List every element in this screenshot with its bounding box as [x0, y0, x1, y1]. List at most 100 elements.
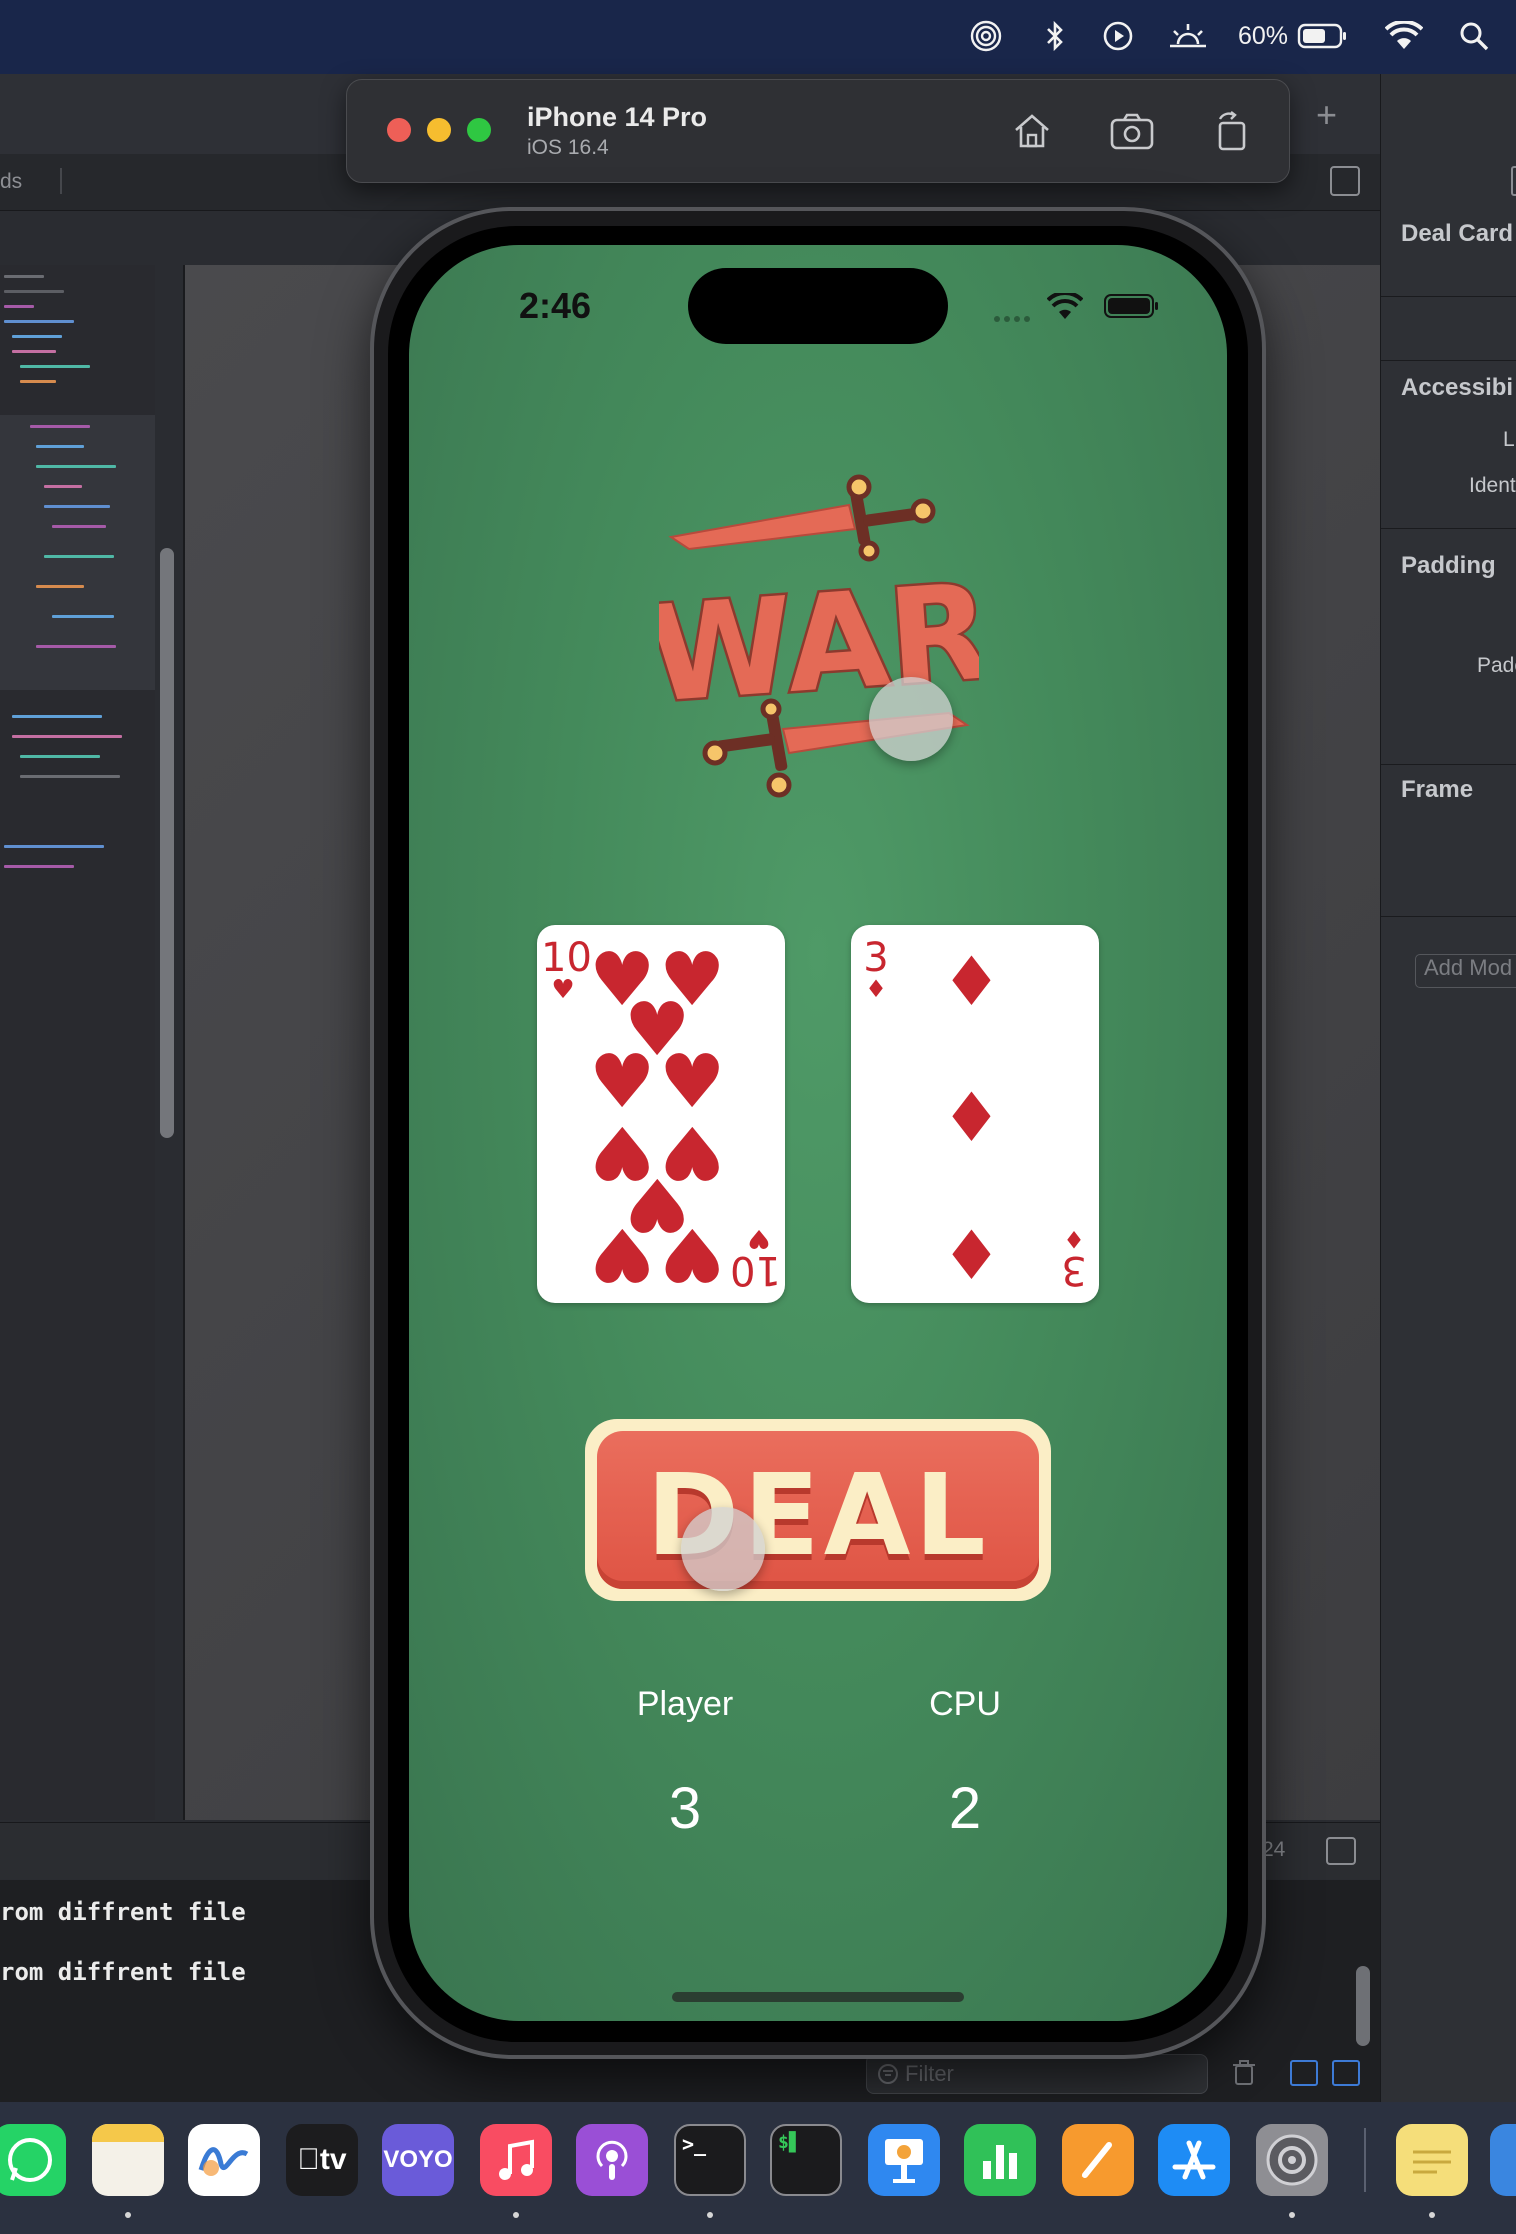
voyo-app-icon[interactable]: VOYO [382, 2124, 454, 2196]
wifi-icon [1046, 290, 1084, 326]
heart-pip-icon: ♥ [659, 1039, 726, 1125]
apple-logo-icon:  [297, 2143, 320, 2177]
console-line: rom diffrent file [0, 1898, 246, 1926]
diamond-pip-icon: ♦ [941, 943, 1002, 1022]
inspector-section-title: Accessibi [1401, 374, 1514, 401]
screenshot-icon[interactable] [1105, 104, 1159, 158]
diamond-pip-icon: ♦ [941, 1217, 1002, 1296]
running-indicator [125, 2212, 131, 2218]
running-indicator [707, 2212, 713, 2218]
touch-indicator [869, 677, 953, 761]
card-corner-top: 3 ♦ [863, 935, 889, 1003]
trash-icon[interactable] [1232, 2060, 1256, 2091]
zoom-button[interactable] [467, 118, 491, 142]
minimize-button[interactable] [427, 118, 451, 142]
keynote-app-icon[interactable] [868, 2124, 940, 2196]
editor-tab-label[interactable]: ds [0, 170, 22, 194]
attributes-inspector: Deal Card Accessibi L Ident Padding Padc… [1380, 74, 1516, 2102]
search-icon[interactable] [1456, 16, 1492, 56]
inspector-section-title: Padding [1401, 552, 1496, 579]
tab-divider [60, 168, 62, 194]
pages-app-icon[interactable] [1062, 2124, 1134, 2196]
sword-top-icon [668, 474, 936, 562]
player-label: Player [636, 1685, 734, 1723]
split-editor-icon[interactable] [1330, 166, 1360, 196]
simulator-os-version: iOS 16.4 [527, 136, 609, 159]
cpu-label: CPU [929, 1685, 1001, 1723]
stickies-app-icon[interactable] [1396, 2124, 1468, 2196]
rotate-icon[interactable] [1205, 104, 1259, 158]
player-card: 10 ♥ 10 ♥ ♥ ♥ ♥ ♥ ♥ ♥ ♥ ♥ ♥ ♥ [537, 925, 785, 1303]
airdrop-icon[interactable] [968, 16, 1004, 56]
inspector-section-title: Deal Card [1401, 220, 1514, 247]
play-circle-icon[interactable] [1100, 16, 1136, 56]
dock-separator [1364, 2128, 1366, 2192]
battery-percentage: 60% [1238, 22, 1289, 50]
bluetooth-icon[interactable] [1040, 16, 1070, 56]
app-store-icon[interactable] [1158, 2124, 1230, 2196]
dynamic-island [688, 268, 948, 344]
iphone-screen: 2:46 WAR 10 ♥ 10 ♥ ♥ ♥ ♥ ♥ ♥ ♥ ♥ ♥ ♥ ♥ 3… [409, 245, 1227, 2021]
heart-pip-icon: ♥ [659, 1211, 726, 1297]
card-corner-bottom: 10 ♥ [730, 1223, 781, 1293]
card-corner-bottom: 3 ♦ [1061, 1225, 1087, 1293]
close-button[interactable] [387, 118, 411, 142]
heart-pip-icon: ♥ [589, 1039, 656, 1125]
right-pane-toggle-icon[interactable] [1332, 2060, 1360, 2086]
running-indicator [1429, 2212, 1435, 2218]
running-indicator [513, 2212, 519, 2218]
inspector-section-title: Frame [1401, 776, 1474, 803]
touch-indicator [681, 1507, 765, 1591]
podcasts-app-icon[interactable] [576, 2124, 648, 2196]
status-bar-time: 2:46 [519, 285, 592, 326]
console-line: rom diffrent file [0, 1958, 246, 1986]
simulator-titlebar: iPhone 14 Pro iOS 16.4 [346, 79, 1290, 183]
diamond-pip-icon: ♦ [941, 1079, 1002, 1158]
panel-toggle-icon[interactable] [1326, 1837, 1356, 1865]
code-scrollbar[interactable] [160, 548, 174, 1138]
terminal-prompt-icon: $▋ [778, 2132, 800, 2153]
filter-icon [878, 2064, 898, 2084]
numbers-app-icon[interactable] [964, 2124, 1036, 2196]
inspector-label: Padc [1477, 654, 1516, 677]
inspector-label: Ident [1469, 474, 1516, 497]
partial-app-icon[interactable] [1490, 2124, 1516, 2196]
code-minimap [0, 265, 155, 1820]
whatsapp-icon[interactable] [0, 2124, 66, 2196]
apple-tv-app-icon[interactable]: tv [286, 2124, 358, 2196]
signal-icon [993, 311, 1035, 329]
system-settings-icon[interactable] [1256, 2124, 1328, 2196]
music-app-icon[interactable] [480, 2124, 552, 2196]
brightness-icon[interactable] [1166, 16, 1210, 56]
battery-icon [1103, 293, 1159, 324]
menu-bar: 60% [0, 0, 1516, 74]
wifi-icon[interactable] [1384, 16, 1424, 56]
inspector-label: L [1503, 428, 1515, 451]
notes-app-icon[interactable] [92, 2124, 164, 2196]
deal-button[interactable]: DEAL [585, 1419, 1051, 1601]
simulator-device-name: iPhone 14 Pro [527, 102, 708, 132]
home-indicator[interactable] [672, 1992, 964, 2002]
running-indicator [1289, 2212, 1295, 2218]
deal-button-label: DEAL [646, 1451, 990, 1581]
add-modifier-field[interactable]: Add Mod [1415, 954, 1516, 988]
freeform-app-icon[interactable] [188, 2124, 260, 2196]
cpu-card: 3 ♦ 3 ♦ ♦ ♦ ♦ [851, 925, 1099, 1303]
terminal-app-icon[interactable]: >_ [674, 2124, 746, 2196]
cpu-score: 2 [948, 1776, 982, 1841]
home-icon[interactable] [1005, 104, 1059, 158]
console-filter-field[interactable]: Filter [866, 2054, 1208, 2094]
filter-placeholder: Filter [905, 2061, 954, 2086]
card-corner-top: 10 ♥ [541, 935, 592, 1005]
player-score: 3 [668, 1776, 702, 1841]
console-scrollbar[interactable] [1356, 1966, 1370, 2046]
add-tab-icon[interactable]: + [1316, 94, 1337, 136]
battery-icon[interactable] [1296, 16, 1348, 56]
left-pane-toggle-icon[interactable] [1290, 2060, 1318, 2086]
deal-button-face: DEAL [597, 1431, 1039, 1589]
inspector-icon[interactable] [1511, 166, 1516, 196]
heart-pip-icon: ♥ [589, 1211, 656, 1297]
terminal-prompt-icon: >_ [682, 2132, 707, 2156]
war-logo: WAR [659, 474, 979, 798]
terminal-2-app-icon[interactable]: $▋ [770, 2124, 842, 2196]
